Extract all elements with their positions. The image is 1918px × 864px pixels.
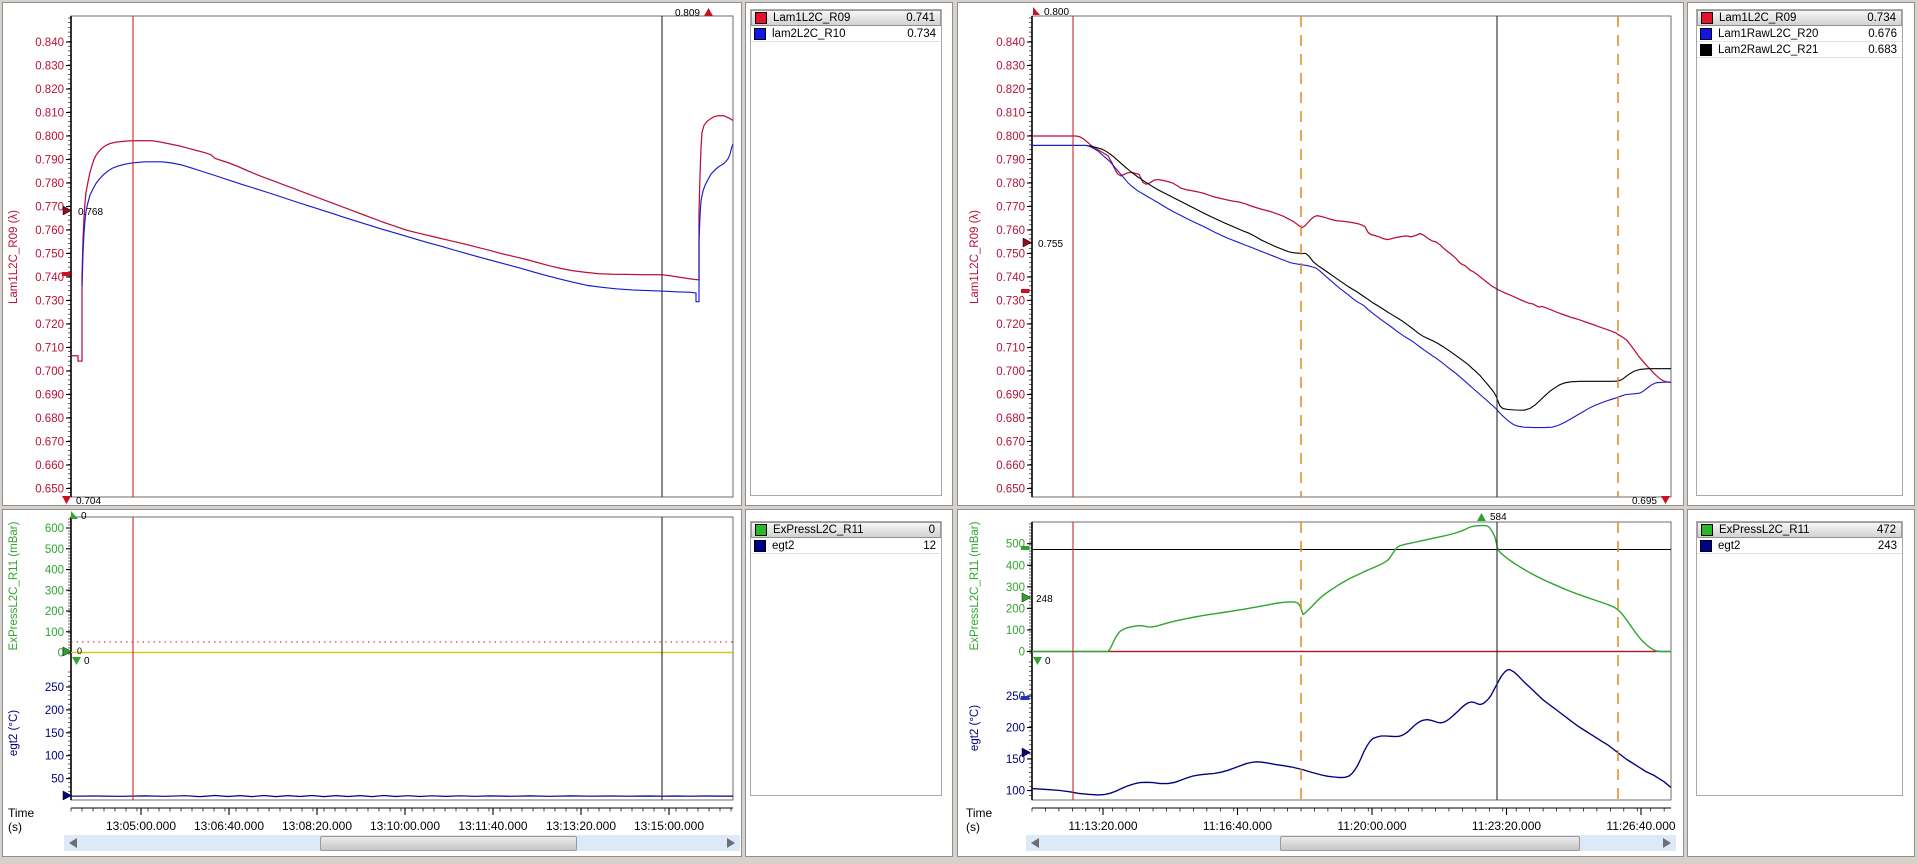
signal-color-swatch — [1700, 43, 1712, 56]
time-axis-unit-line2: (s) — [966, 820, 980, 834]
signal-cursor-value: 0.734 — [907, 27, 936, 40]
scroll-right-icon[interactable] — [1663, 838, 1671, 848]
signal-cursor-value: 0.734 — [1867, 12, 1896, 24]
scroll-left-icon[interactable] — [69, 838, 77, 848]
time-axis-unit-line2: (s) — [8, 820, 22, 834]
time-axis-unit-line1: Time — [966, 806, 993, 820]
signal-color-swatch — [754, 539, 766, 552]
time-axis-caption-left: Time (s) — [8, 806, 34, 834]
signal-name: egt2 — [1718, 539, 1741, 552]
signal-cursor-value: 0.741 — [906, 12, 935, 24]
signal-name: Lam1L2C_R09 — [1719, 12, 1797, 24]
signal-name: Lam1L2C_R09 — [773, 12, 851, 24]
signal-cursor-value: 243 — [1877, 539, 1897, 552]
signal-name: ExPressL2C_R11 — [773, 524, 864, 536]
legend-row-egt2[interactable]: egt2 12 — [751, 538, 941, 554]
signal-color-swatch — [1701, 12, 1713, 24]
scroll-right-icon[interactable] — [727, 838, 735, 848]
signal-legend-lambda-left: Lam1L2C_R09 0.741 lam2L2C_R10 0.734 — [750, 9, 942, 496]
legend-row-Lam2RawL2C_R21[interactable]: Lam2RawL2C_R21 0.683 — [1697, 42, 1902, 58]
signal-color-swatch — [1700, 27, 1712, 40]
chart-panel-lambda-right — [957, 2, 1684, 506]
signal-cursor-value: 12 — [923, 539, 936, 552]
signal-legend-lambda-right: Lam1L2C_R09 0.734 Lam1RawL2C_R20 0.676 Lam2R… — [1696, 9, 1903, 496]
chart-panel-press-right — [957, 509, 1684, 857]
signal-cursor-value: 0.676 — [1868, 27, 1897, 40]
scrollbar-thumb[interactable] — [320, 836, 577, 851]
signal-name: egt2 — [772, 539, 795, 552]
chart-panel-press-left — [2, 509, 742, 857]
scroll-left-icon[interactable] — [1031, 838, 1039, 848]
signal-name: Lam2RawL2C_R21 — [1718, 43, 1819, 56]
signal-name: Lam1RawL2C_R20 — [1718, 27, 1819, 40]
legend-row-Lam1RawL2C_R20[interactable]: Lam1RawL2C_R20 0.676 — [1697, 26, 1902, 42]
signal-cursor-value: 472 — [1876, 524, 1896, 536]
legend-row-egt2[interactable]: egt2 243 — [1697, 538, 1902, 554]
time-axis-caption-right: Time (s) — [966, 806, 992, 834]
signal-name: lam2L2C_R10 — [772, 27, 846, 40]
signal-color-swatch — [754, 27, 766, 40]
time-scrollbar-right[interactable] — [1026, 835, 1676, 851]
signal-color-swatch — [1701, 524, 1713, 536]
legend-row-ExPressL2C_R11[interactable]: ExPressL2C_R11 0 — [751, 522, 941, 538]
legend-row-Lam1L2C_R09[interactable]: Lam1L2C_R09 0.734 — [1697, 10, 1902, 26]
legend-row-lam2L2C_R10[interactable]: lam2L2C_R10 0.734 — [751, 26, 941, 42]
signal-cursor-value: 0.683 — [1868, 43, 1897, 56]
signal-legend-press-right: ExPressL2C_R11 472 egt2 243 — [1696, 521, 1903, 796]
signal-legend-press-left: ExPressL2C_R11 0 egt2 12 — [750, 521, 942, 796]
legend-row-Lam1L2C_R09[interactable]: Lam1L2C_R09 0.741 — [751, 10, 941, 26]
measurement-data-analyzer-window: Lam1L2C_R09 0.741 lam2L2C_R10 0.734 Lam1L2C… — [0, 0, 1918, 864]
signal-color-swatch — [755, 524, 767, 536]
scrollbar-thumb[interactable] — [1280, 836, 1580, 851]
signal-color-swatch — [1700, 539, 1712, 552]
signal-color-swatch — [755, 12, 767, 24]
time-axis-unit-line1: Time — [8, 806, 35, 820]
signal-name: ExPressL2C_R11 — [1719, 524, 1810, 536]
chart-panel-lambda-left — [2, 2, 742, 506]
time-scrollbar-left[interactable] — [64, 835, 740, 851]
legend-row-ExPressL2C_R11[interactable]: ExPressL2C_R11 472 — [1697, 522, 1902, 538]
signal-cursor-value: 0 — [928, 524, 935, 536]
